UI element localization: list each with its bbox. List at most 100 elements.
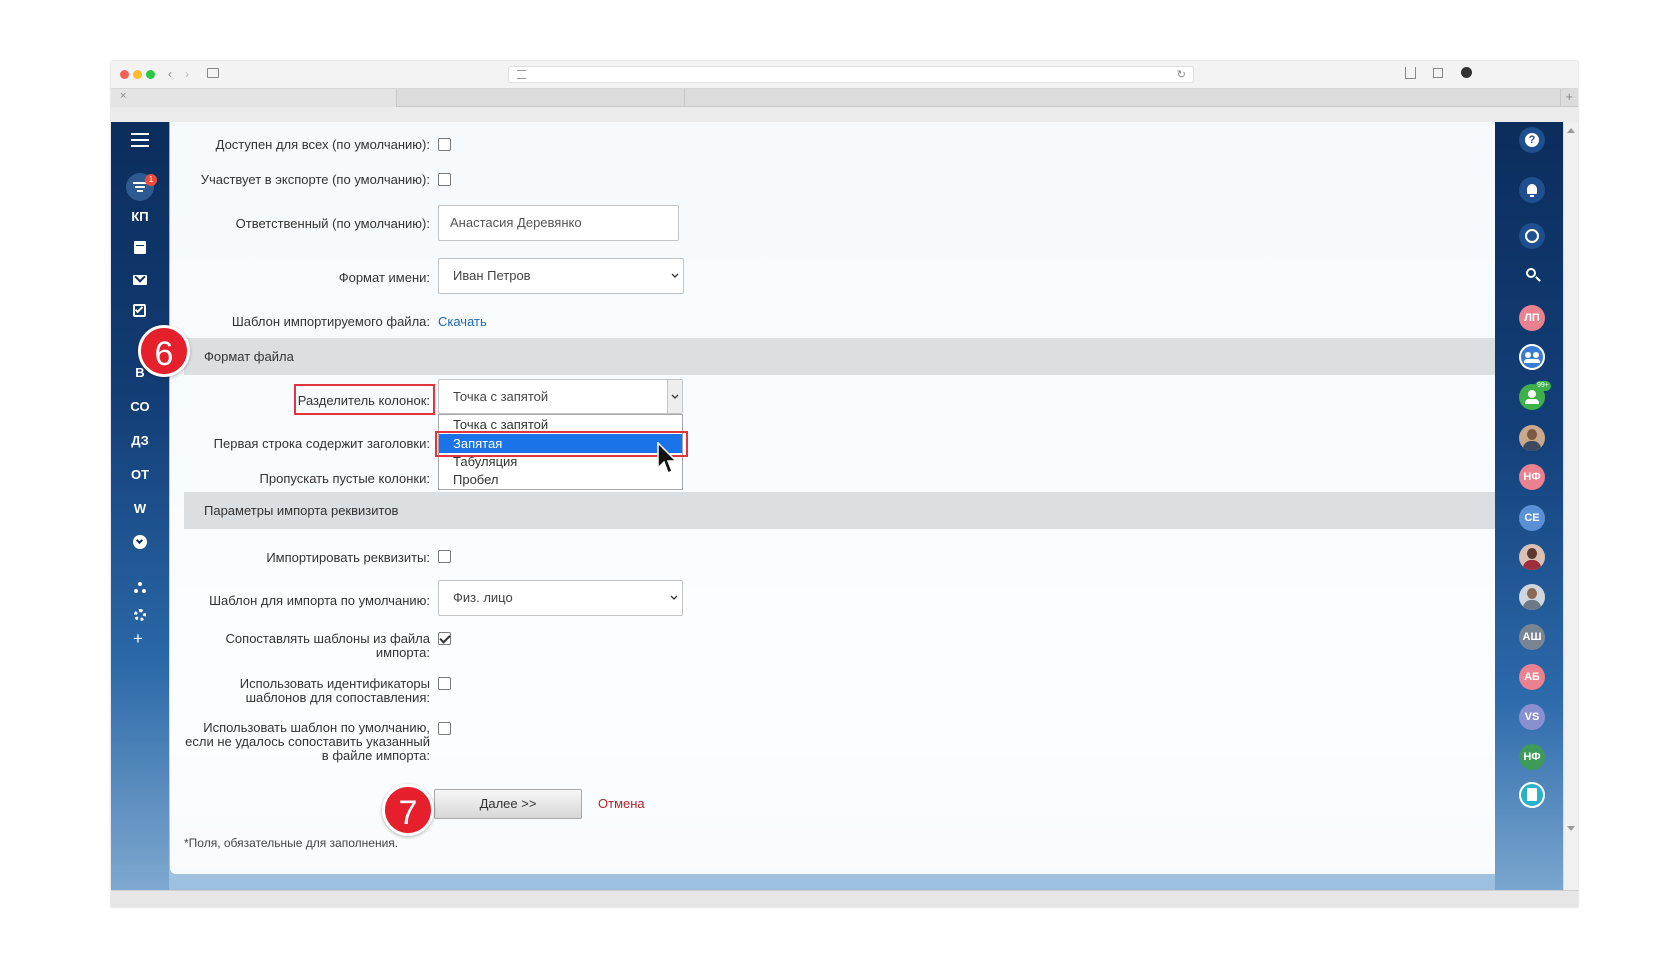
match-templates-label-line2: импорта:	[375, 645, 430, 660]
share-icon[interactable]	[1405, 67, 1416, 79]
user-avatar-photo[interactable]	[1519, 425, 1545, 451]
use-default-checkbox[interactable]	[438, 722, 451, 735]
first-row-headers-label: Первая строка содержит заголовки:	[213, 436, 430, 451]
match-templates-checkbox[interactable]	[438, 632, 451, 645]
chevron-down-icon	[670, 595, 678, 600]
skip-empty-columns-label: Пропускать пустые колонки:	[259, 471, 430, 486]
page-scrollbar[interactable]	[1563, 122, 1578, 890]
use-ids-checkbox[interactable]	[438, 677, 451, 690]
sidebar-item-kp[interactable]: КП	[111, 209, 169, 225]
sidebar-item-ot[interactable]: ОТ	[111, 467, 169, 483]
section-file-format: Формат файла	[184, 338, 1495, 375]
sidebar-item-dz[interactable]: ДЗ	[111, 433, 169, 449]
sidebar-toggle-icon[interactable]	[207, 68, 219, 78]
close-window-button[interactable]	[120, 70, 129, 79]
chat-icon[interactable]	[1519, 223, 1545, 249]
tab-3[interactable]	[685, 89, 1561, 107]
export-checkbox[interactable]	[438, 173, 451, 186]
option-space[interactable]: Пробел	[439, 470, 682, 489]
tab-active[interactable]: ×	[111, 89, 397, 107]
calendar-icon[interactable]	[132, 240, 148, 256]
avatar-lp[interactable]: ЛП	[1519, 305, 1545, 331]
step-marker-6: 6	[138, 325, 190, 377]
default-template-select[interactable]: Физ. лицо	[438, 580, 683, 616]
step-marker-7: 7	[382, 784, 434, 836]
contacts-badge: 99+	[1535, 381, 1551, 391]
sidebar-item-w[interactable]: W	[111, 501, 169, 517]
sidebar-item-so[interactable]: СО	[111, 399, 169, 415]
settings-gear-icon[interactable]	[134, 609, 146, 621]
mail-icon[interactable]	[132, 271, 148, 288]
avatar-ab[interactable]: АБ	[1519, 664, 1545, 690]
right-sidebar: ? ЛП 99+ НФ СЕ АШ АБ VS НФ	[1495, 122, 1563, 890]
structure-icon[interactable]	[134, 582, 146, 594]
avatar-nf[interactable]: НФ	[1519, 464, 1545, 490]
tabs-overview-icon[interactable]	[1433, 68, 1443, 78]
name-format-label: Формат имени:	[338, 270, 430, 285]
import-settings-form: Доступен для всех (по умолчанию): Участв…	[170, 122, 1504, 874]
address-bar[interactable]: ↻	[508, 66, 1194, 83]
scroll-up-icon[interactable]	[1567, 128, 1575, 133]
avatar-vs[interactable]: VS	[1519, 704, 1545, 730]
reload-icon[interactable]: ↻	[1177, 68, 1186, 81]
comma-option-highlight	[435, 431, 688, 457]
column-separator-arrow[interactable]	[667, 380, 682, 413]
scroll-down-icon[interactable]	[1567, 826, 1575, 831]
forward-icon[interactable]: ›	[185, 67, 189, 81]
use-default-label-line1: Использовать шаблон по умолчанию,	[203, 720, 430, 735]
extension-icon[interactable]	[1461, 67, 1472, 78]
avatar-se[interactable]: СЕ	[1519, 505, 1545, 531]
reader-icon[interactable]	[517, 70, 526, 79]
notifications-bell-icon[interactable]	[1519, 177, 1545, 203]
tasks-icon[interactable]	[132, 303, 148, 319]
default-template-label: Шаблон для импорта по умолчанию:	[209, 593, 430, 608]
expand-more-icon[interactable]	[133, 535, 147, 549]
chevron-down-icon	[671, 273, 679, 278]
new-tab-icon[interactable]: +	[1565, 89, 1573, 104]
chevron-down-icon	[671, 394, 679, 399]
responsible-label: Ответственный (по умолчанию):	[235, 216, 430, 231]
use-default-label-line2: если не удалось сопоставить указанный	[185, 734, 430, 749]
close-tab-icon[interactable]: ×	[120, 90, 126, 102]
column-separator-select[interactable]: Точка с запятой	[438, 379, 683, 414]
match-templates-label-line1: Сопоставлять шаблоны из файла	[225, 631, 430, 646]
default-template-value: Физ. лицо	[453, 590, 513, 605]
required-fields-note: *Поля, обязательные для заполнения.	[184, 836, 399, 850]
document-share-icon[interactable]	[1519, 782, 1545, 808]
minimize-window-button[interactable]	[133, 70, 142, 79]
user-avatar-photo[interactable]	[1519, 584, 1545, 610]
avatar-nf-2[interactable]: НФ	[1519, 744, 1545, 770]
mouse-cursor-icon	[657, 442, 678, 475]
help-icon[interactable]: ?	[1519, 127, 1545, 153]
maximize-window-button[interactable]	[146, 70, 155, 79]
crm-page: 1 КП В СО ДЗ ОТ W + Доступен для всех (п…	[111, 122, 1563, 890]
import-requisites-checkbox[interactable]	[438, 550, 451, 563]
name-format-value: Иван Петров	[453, 268, 531, 283]
left-sidebar: 1 КП В СО ДЗ ОТ W +	[111, 122, 169, 890]
use-default-label-line3: в файле импорта:	[321, 748, 430, 763]
template-label: Шаблон импортируемого файла:	[231, 314, 430, 329]
section-requisites: Параметры импорта реквизитов	[184, 492, 1495, 529]
tab-bar: × +	[111, 89, 1578, 107]
add-icon[interactable]: +	[133, 630, 143, 647]
cancel-link[interactable]: Отмена	[598, 796, 645, 811]
menu-icon[interactable]	[131, 133, 149, 147]
avatar-ash[interactable]: АШ	[1519, 624, 1545, 650]
next-button[interactable]: Далее >>	[434, 789, 582, 819]
column-separator-value: Точка с запятой	[453, 389, 549, 404]
user-avatar-photo[interactable]	[1519, 544, 1545, 570]
responsible-input[interactable]: Анастасия Деревянко	[438, 205, 679, 241]
group-chat-icon[interactable]	[1519, 344, 1545, 370]
available-all-label: Доступен для всех (по умолчанию):	[215, 137, 430, 152]
download-template-link[interactable]: Скачать	[438, 314, 487, 329]
available-all-checkbox[interactable]	[438, 138, 451, 151]
tab-2[interactable]	[397, 89, 685, 107]
use-ids-label-line2: шаблонов для сопоставления:	[245, 690, 430, 705]
back-icon[interactable]: ‹	[168, 67, 172, 81]
notification-badge: 1	[145, 174, 157, 186]
search-icon[interactable]	[1519, 262, 1545, 288]
import-requisites-label: Импортировать реквизиты:	[266, 550, 430, 565]
status-bar	[111, 890, 1578, 907]
name-format-select[interactable]: Иван Петров	[438, 258, 684, 294]
export-label: Участвует в экспорте (по умолчанию):	[200, 172, 430, 187]
